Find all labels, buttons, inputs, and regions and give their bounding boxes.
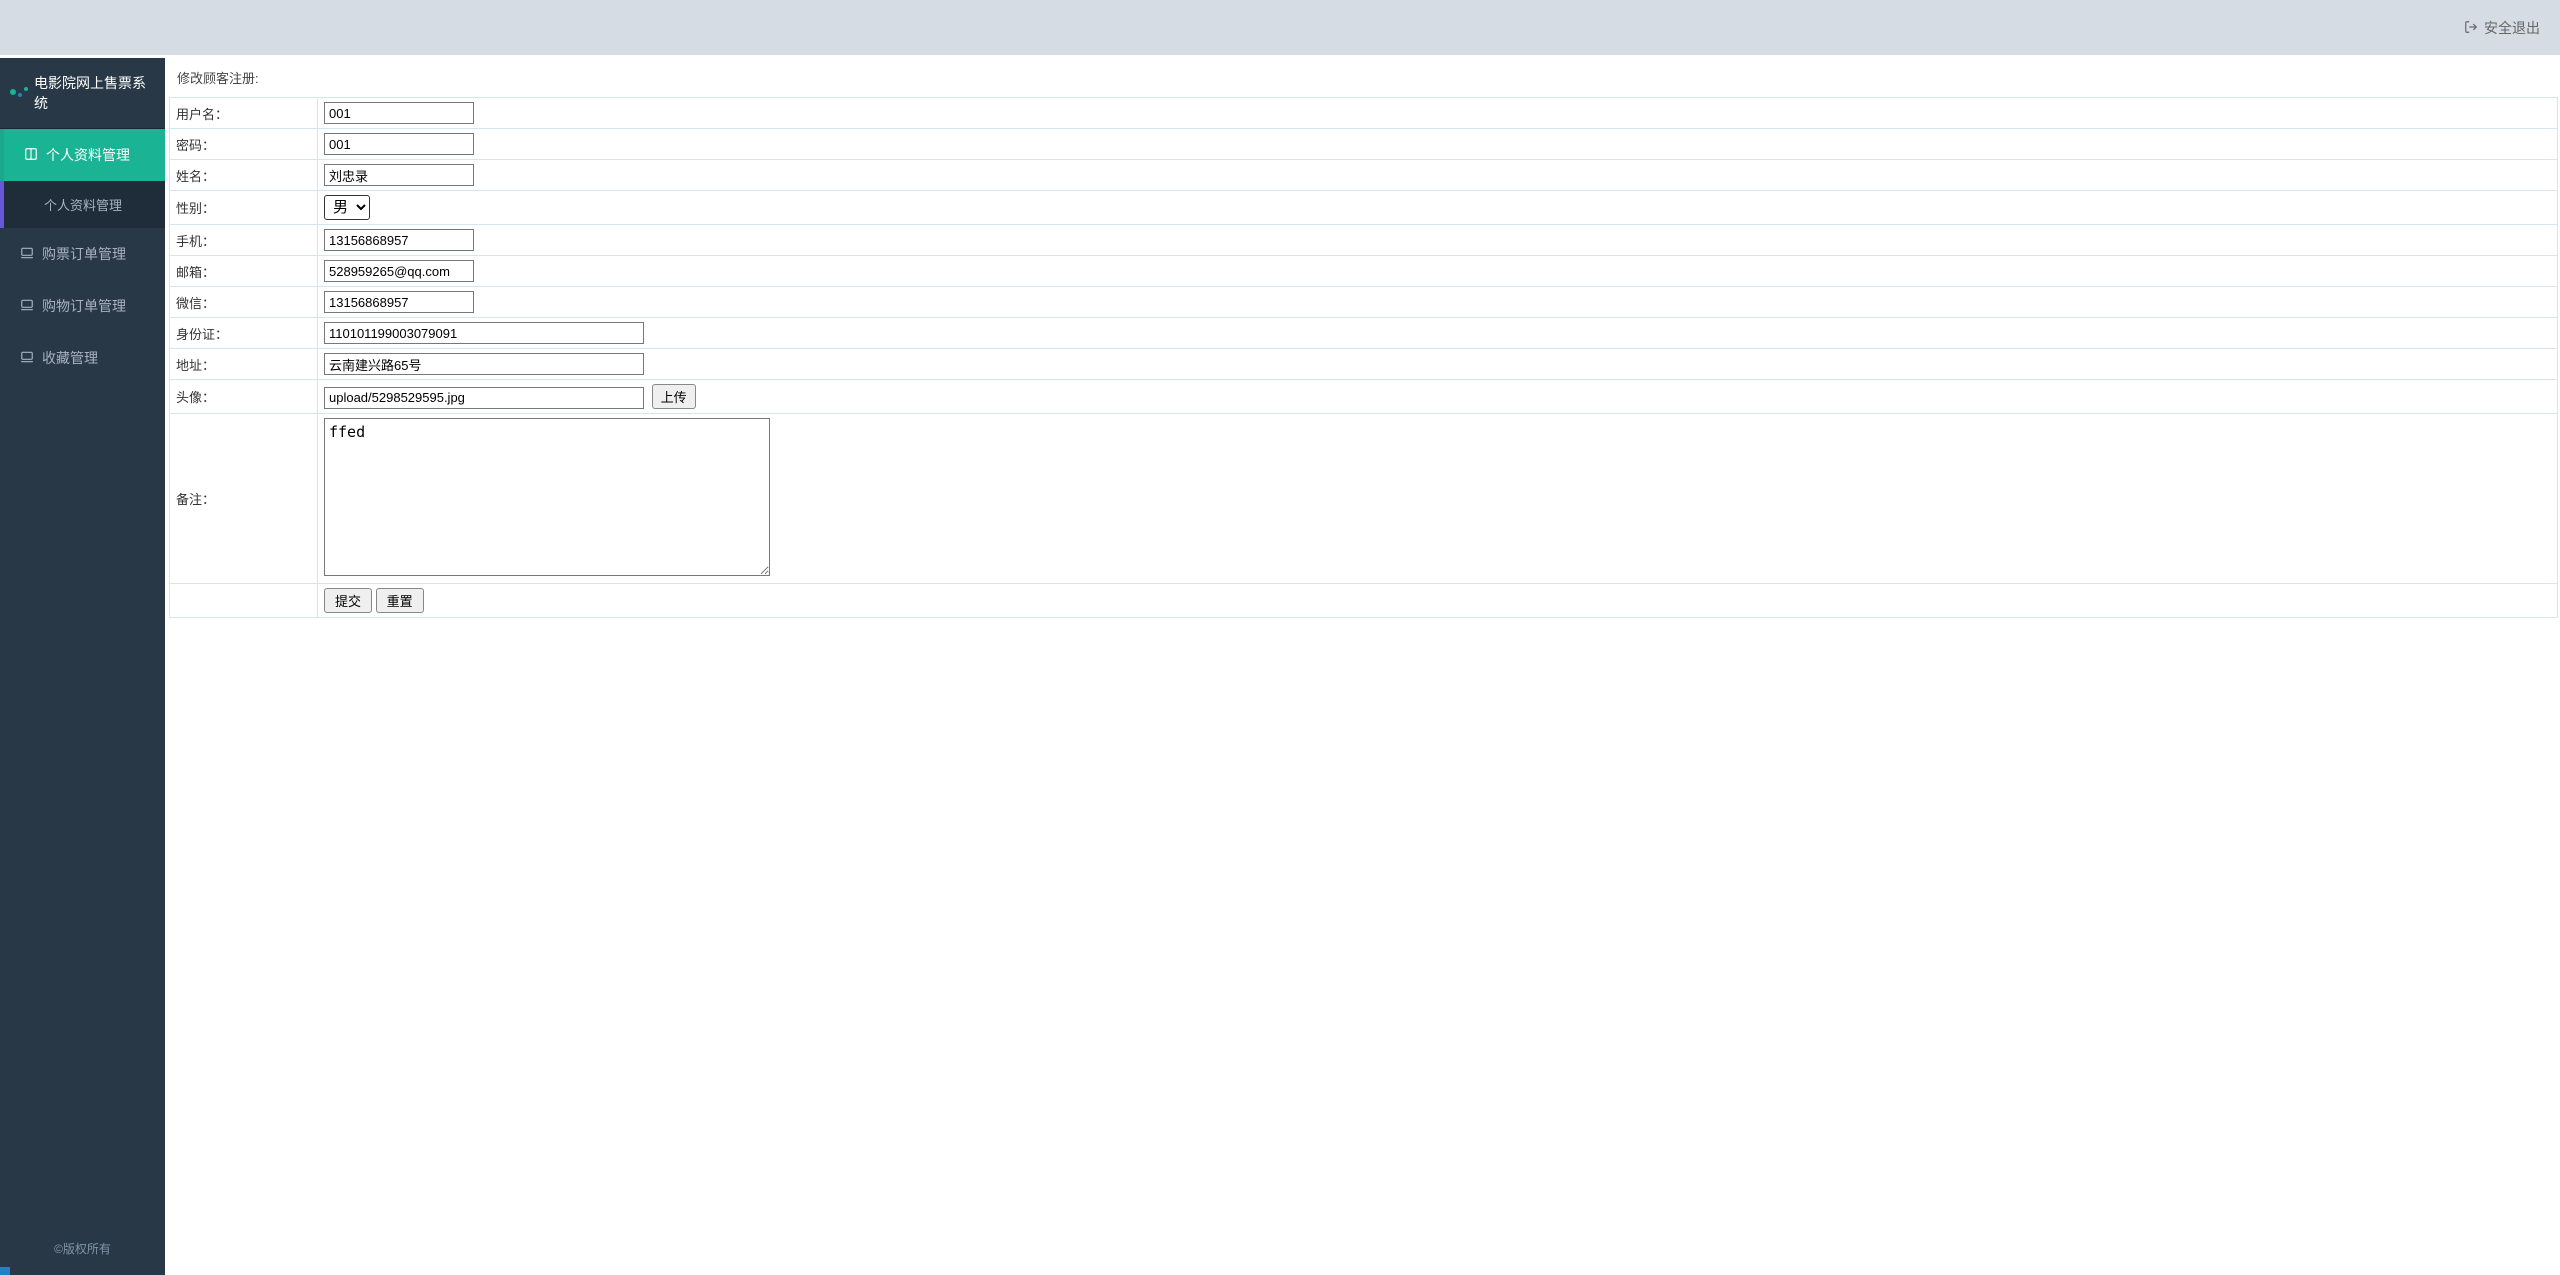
row-realname: 姓名：: [170, 160, 2558, 191]
label-wechat: 微信：: [170, 287, 318, 318]
columns-icon: [24, 147, 38, 164]
row-phone: 手机：: [170, 225, 2558, 256]
sidebar-item-shopping-orders[interactable]: 购物订单管理: [0, 280, 165, 332]
sidebar-item-profile[interactable]: 个人资料管理: [0, 129, 165, 181]
sidebar-item-favorites[interactable]: 收藏管理: [0, 332, 165, 384]
input-username[interactable]: [324, 102, 474, 124]
page-title: 修改顾客注册:: [165, 58, 2560, 97]
upload-button[interactable]: 上传: [652, 384, 696, 409]
sidebar-footer: ©版权所有: [0, 1240, 165, 1257]
label-avatar: 头像：: [170, 380, 318, 414]
input-realname[interactable]: [324, 164, 474, 186]
label-gender: 性别：: [170, 191, 318, 225]
input-avatar[interactable]: [324, 387, 644, 409]
sidebar-item-ticket-orders[interactable]: 购票订单管理: [0, 228, 165, 280]
sidebar-subitem-label: 个人资料管理: [44, 198, 122, 213]
logout-label: 安全退出: [2484, 18, 2540, 38]
app-logo-icon: [10, 89, 28, 97]
label-remark: 备注：: [170, 414, 318, 584]
label-idcard: 身份证：: [170, 318, 318, 349]
row-remark: 备注：: [170, 414, 2558, 584]
top-header: 安全退出: [0, 0, 2560, 58]
sidebar-item-label: 个人资料管理: [46, 145, 130, 165]
sidebar-item-label: 购物订单管理: [42, 296, 126, 316]
laptop-icon: [20, 350, 34, 367]
label-actions: [170, 584, 318, 618]
label-password: 密码：: [170, 129, 318, 160]
row-username: 用户名：: [170, 98, 2558, 129]
label-email: 邮箱：: [170, 256, 318, 287]
submit-button[interactable]: 提交: [324, 588, 372, 613]
input-wechat[interactable]: [324, 291, 474, 313]
main-content: 修改顾客注册: 用户名： 密码： 姓名： 性别： 男 女: [165, 58, 2560, 1275]
sidebar: 电影院网上售票系统 个人资料管理 个人资料管理 购票订单管理 购物订单管理: [0, 58, 165, 1275]
row-wechat: 微信：: [170, 287, 2558, 318]
app-title: 电影院网上售票系统: [0, 58, 165, 129]
logout-link[interactable]: 安全退出: [2464, 18, 2540, 38]
label-username: 用户名：: [170, 98, 318, 129]
laptop-icon: [20, 298, 34, 315]
input-address[interactable]: [324, 353, 644, 375]
row-address: 地址：: [170, 349, 2558, 380]
input-idcard[interactable]: [324, 322, 644, 344]
sidebar-subitem-profile[interactable]: 个人资料管理: [0, 181, 165, 228]
input-password[interactable]: [324, 133, 474, 155]
app-title-text: 电影院网上售票系统: [34, 73, 155, 113]
sidebar-item-label: 收藏管理: [42, 348, 98, 368]
row-gender: 性别： 男 女: [170, 191, 2558, 225]
label-address: 地址：: [170, 349, 318, 380]
input-email[interactable]: [324, 260, 474, 282]
row-avatar: 头像： 上传: [170, 380, 2558, 414]
logout-icon: [2464, 20, 2478, 36]
textarea-remark[interactable]: [324, 418, 770, 576]
select-gender[interactable]: 男 女: [324, 195, 370, 220]
row-idcard: 身份证：: [170, 318, 2558, 349]
input-phone[interactable]: [324, 229, 474, 251]
accent-bar: [0, 1267, 10, 1275]
row-email: 邮箱：: [170, 256, 2558, 287]
label-realname: 姓名：: [170, 160, 318, 191]
row-password: 密码：: [170, 129, 2558, 160]
row-actions: 提交 重置: [170, 584, 2558, 618]
form-table: 用户名： 密码： 姓名： 性别： 男 女: [169, 97, 2558, 618]
sidebar-item-label: 购票订单管理: [42, 244, 126, 264]
reset-button[interactable]: 重置: [376, 588, 424, 613]
label-phone: 手机：: [170, 225, 318, 256]
laptop-icon: [20, 246, 34, 263]
